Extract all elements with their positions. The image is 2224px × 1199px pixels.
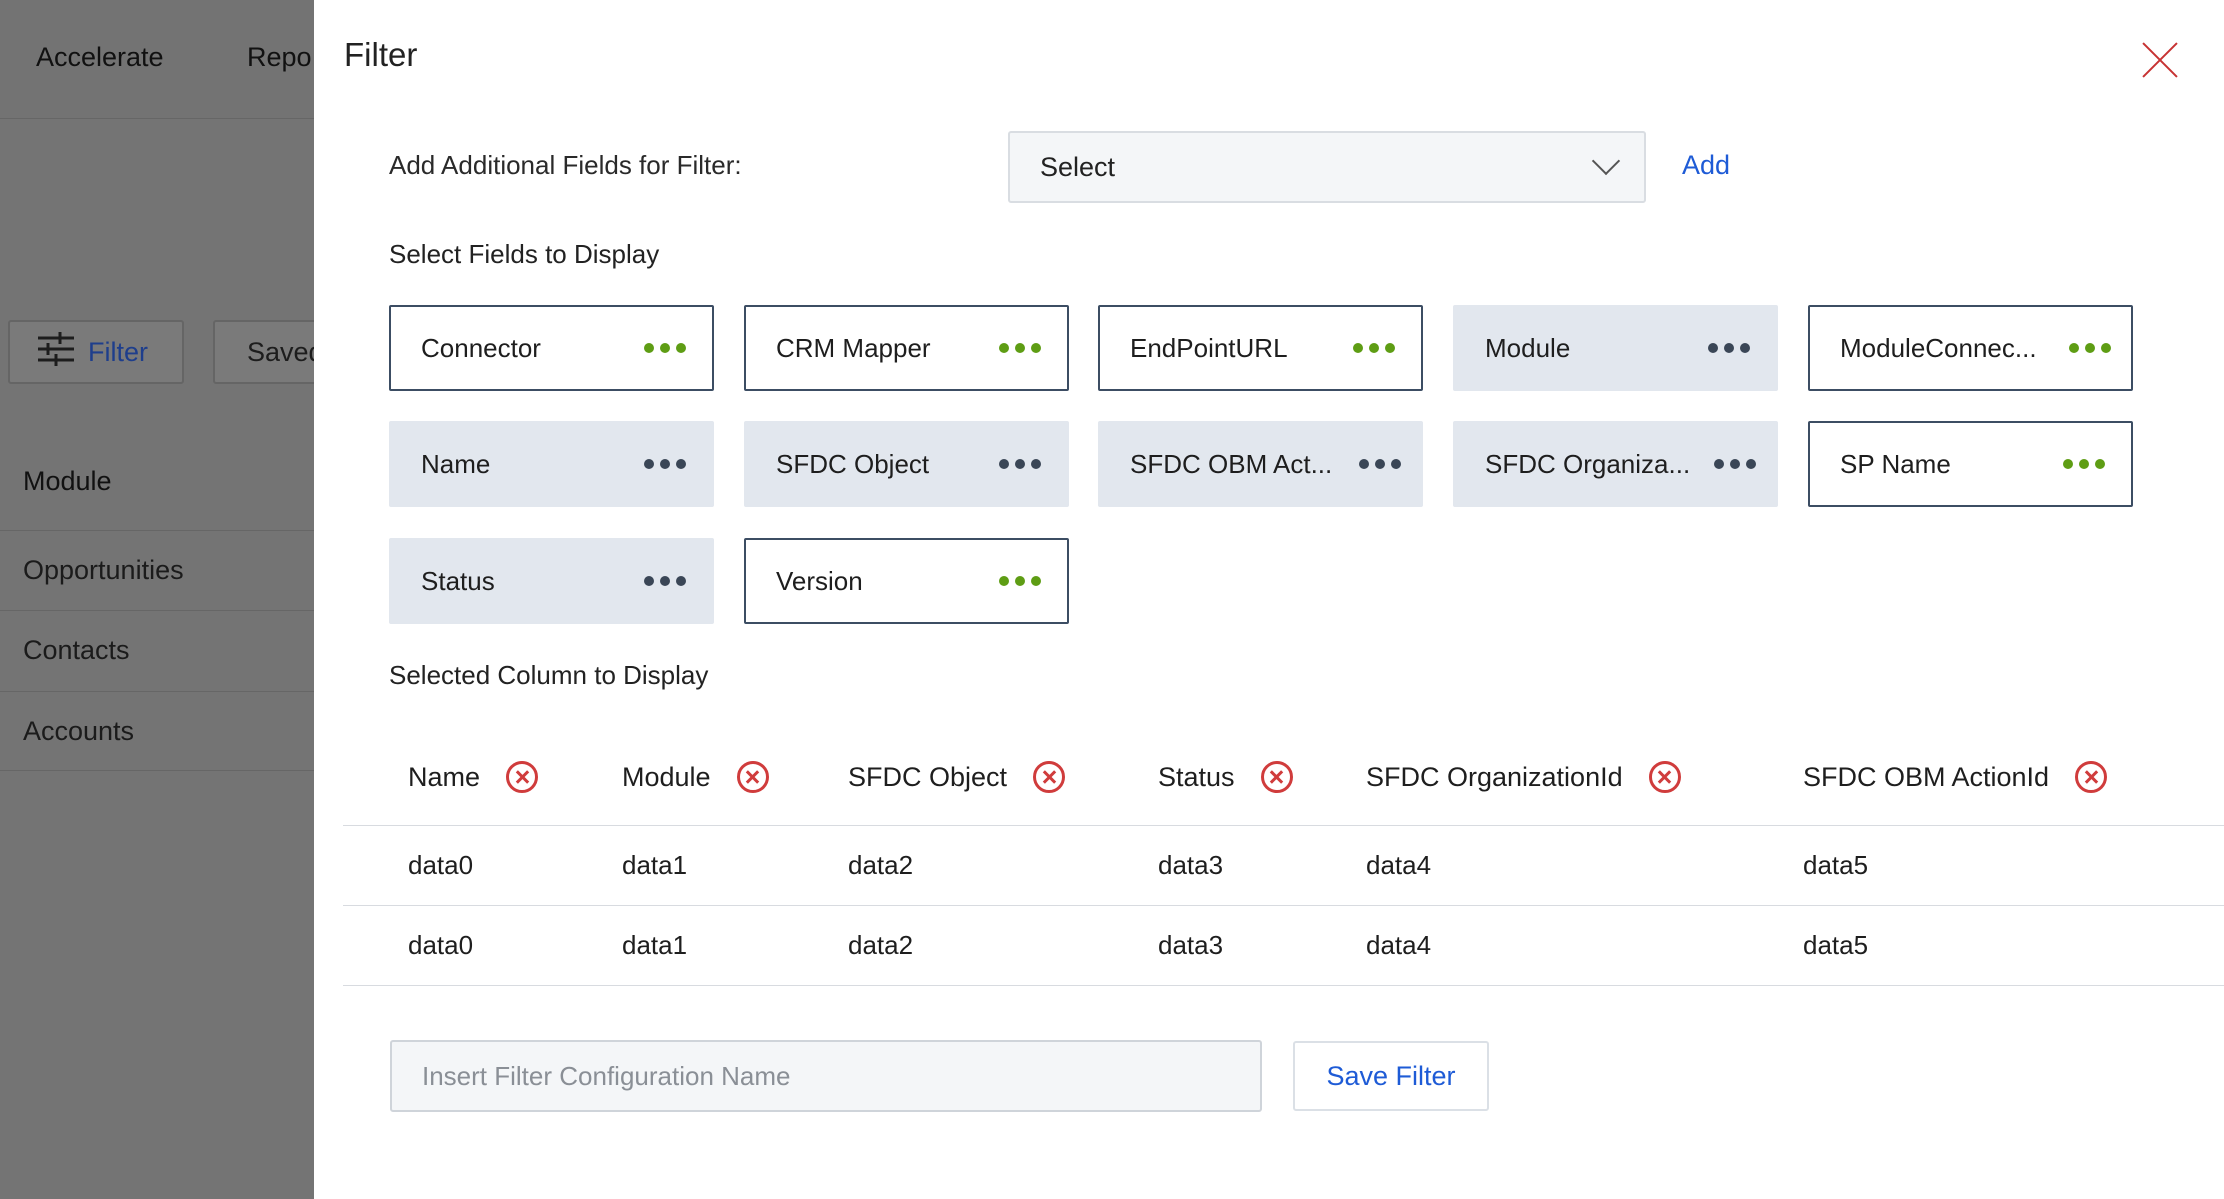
table-cell: data2 xyxy=(848,930,914,960)
column-header-label: Name xyxy=(408,761,481,792)
table-cell: data1 xyxy=(622,850,688,880)
background-app: Accelerate Repo Filter Saved Module Oppo… xyxy=(0,0,373,1199)
sidebar-item-accounts[interactable]: Accounts xyxy=(0,691,315,771)
field-chip-label: CRM Mapper xyxy=(776,332,931,363)
more-dots-icon[interactable] xyxy=(644,459,686,469)
column-header-label: Status xyxy=(1158,761,1235,792)
table-divider xyxy=(343,985,2224,986)
field-chip-sfdc-object[interactable]: SFDC Object xyxy=(744,421,1069,507)
table-divider xyxy=(343,825,2224,826)
column-header-name: Name xyxy=(408,757,539,797)
field-chip-label: ModuleConnec... xyxy=(1840,332,2037,363)
table-cell: data1 xyxy=(622,930,688,960)
remove-column-icon[interactable] xyxy=(736,761,769,793)
table-cell: data0 xyxy=(408,930,474,960)
more-dots-icon[interactable] xyxy=(644,576,686,586)
background-top-nav: Accelerate Repo xyxy=(0,0,315,119)
table-divider xyxy=(343,905,2224,906)
table-cell: data4 xyxy=(1366,930,1432,960)
field-chip-label: Status xyxy=(421,565,495,596)
field-chip-moduleconnector[interactable]: ModuleConnec... xyxy=(1808,305,2133,391)
field-chip-sfdc-organizationid[interactable]: SFDC Organiza... xyxy=(1453,421,1778,507)
field-chip-connector[interactable]: Connector xyxy=(389,305,714,391)
field-chip-label: Version xyxy=(776,565,863,596)
more-dots-icon[interactable] xyxy=(1353,343,1395,353)
field-chip-label: SFDC Object xyxy=(776,448,930,479)
remove-column-icon[interactable] xyxy=(2075,761,2108,793)
more-dots-icon[interactable] xyxy=(999,343,1041,353)
column-header-status: Status xyxy=(1158,757,1293,797)
columns-heading: Selected Column to Display xyxy=(389,660,709,690)
column-header-label: SFDC Object xyxy=(848,761,1008,792)
open-filter-button[interactable]: Filter xyxy=(8,320,184,384)
table-cell: data5 xyxy=(1803,930,1869,960)
more-dots-icon[interactable] xyxy=(1359,459,1401,469)
field-chip-sp-name[interactable]: SP Name xyxy=(1808,421,2133,507)
filter-modal: Filter Add Additional Fields for Filter:… xyxy=(314,0,2224,1199)
sidebar-section-title: Module xyxy=(23,466,112,496)
column-header-label: SFDC OBM ActionId xyxy=(1803,761,2050,792)
field-chip-status[interactable]: Status xyxy=(389,538,714,624)
sidebar-item-contacts[interactable]: Contacts xyxy=(0,610,315,690)
more-dots-icon[interactable] xyxy=(1714,459,1756,469)
save-filter-button[interactable]: Save Filter xyxy=(1293,1041,1489,1111)
more-dots-icon[interactable] xyxy=(1708,343,1750,353)
column-header-module: Module xyxy=(622,757,769,797)
field-chip-label: SFDC OBM Act... xyxy=(1130,448,1333,479)
column-header-label: SFDC OrganizationId xyxy=(1366,761,1623,792)
more-dots-icon[interactable] xyxy=(2063,459,2105,469)
field-chip-name[interactable]: Name xyxy=(389,421,714,507)
table-cell: data2 xyxy=(848,850,914,880)
table-cell: data4 xyxy=(1366,850,1432,880)
field-chip-label: EndPointURL xyxy=(1130,332,1288,363)
add-field-button[interactable]: Add xyxy=(1682,150,1730,181)
table-cell: data5 xyxy=(1803,850,1869,880)
field-select-value: Select xyxy=(1040,151,1116,182)
field-select-dropdown[interactable]: Select xyxy=(1008,131,1646,203)
nav-item-accelerate[interactable]: Accelerate xyxy=(36,42,164,73)
field-chip-crm-mapper[interactable]: CRM Mapper xyxy=(744,305,1069,391)
nav-item-reports[interactable]: Repo xyxy=(247,42,312,73)
remove-column-icon[interactable] xyxy=(1260,761,1293,793)
field-chip-version[interactable]: Version xyxy=(744,538,1069,624)
sidebar-item-opportunities[interactable]: Opportunities xyxy=(0,530,315,610)
remove-column-icon[interactable] xyxy=(506,761,539,793)
column-header-sfdc-obm-actionid: SFDC OBM ActionId xyxy=(1803,757,2108,797)
modal-title: Filter xyxy=(344,36,418,73)
close-icon[interactable] xyxy=(2142,42,2178,78)
field-chip-label: Connector xyxy=(421,332,541,363)
chevron-down-icon xyxy=(1591,146,1621,176)
filter-config-name-input[interactable] xyxy=(390,1040,1262,1112)
field-chip-label: Module xyxy=(1485,332,1571,363)
more-dots-icon[interactable] xyxy=(999,459,1041,469)
table-cell: data0 xyxy=(408,850,474,880)
column-header-sfdc-object: SFDC Object xyxy=(848,757,1066,797)
table-cell: data3 xyxy=(1158,930,1224,960)
more-dots-icon[interactable] xyxy=(2069,343,2111,353)
column-header-sfdc-organizationid: SFDC OrganizationId xyxy=(1366,757,1681,797)
remove-column-icon[interactable] xyxy=(1033,761,1066,793)
table-cell: data3 xyxy=(1158,850,1224,880)
add-fields-label: Add Additional Fields for Filter: xyxy=(389,150,742,180)
saved-filters-label: Saved xyxy=(247,336,324,367)
more-dots-icon[interactable] xyxy=(644,343,686,353)
sliders-icon xyxy=(38,331,74,373)
field-chip-endpointurl[interactable]: EndPointURL xyxy=(1098,305,1423,391)
column-header-label: Module xyxy=(622,761,711,792)
fields-heading: Select Fields to Display xyxy=(389,239,660,269)
remove-column-icon[interactable] xyxy=(1648,761,1681,793)
field-chip-label: SFDC Organiza... xyxy=(1485,448,1691,479)
field-chip-label: Name xyxy=(421,448,491,479)
field-chip-label: SP Name xyxy=(1840,448,1951,479)
open-filter-label: Filter xyxy=(88,336,148,367)
field-chip-sfdc-obm-actionid[interactable]: SFDC OBM Act... xyxy=(1098,421,1423,507)
field-chip-module[interactable]: Module xyxy=(1453,305,1778,391)
more-dots-icon[interactable] xyxy=(999,576,1041,586)
